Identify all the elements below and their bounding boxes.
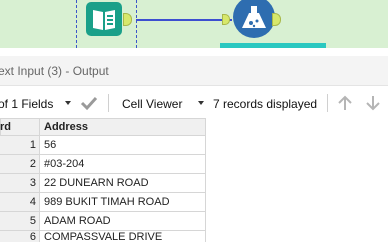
cell-viewer-selector[interactable]: Cell Viewer bbox=[122, 97, 182, 111]
record-number: 6 bbox=[0, 231, 40, 242]
address-cell[interactable]: 22 DUNEARN ROAD bbox=[40, 174, 206, 193]
output-anchor[interactable] bbox=[272, 13, 281, 26]
address-cell[interactable]: 56 bbox=[40, 136, 206, 155]
address-cell[interactable]: #03-204 bbox=[40, 155, 206, 174]
results-grid[interactable]: rd Address 1 56 2 #03-204 3 22 DUNEARN R… bbox=[0, 118, 206, 242]
column-header-address[interactable]: Address bbox=[40, 118, 206, 136]
record-number: 4 bbox=[0, 193, 40, 212]
toolbar-divider bbox=[108, 94, 109, 112]
results-toolbar: of 1 Fields Cell Viewer 7 records displa… bbox=[0, 91, 388, 117]
record-number: 1 bbox=[0, 136, 40, 155]
record-number: 2 bbox=[0, 155, 40, 174]
chevron-down-icon[interactable] bbox=[198, 101, 204, 105]
records-count: 7 records displayed bbox=[213, 97, 318, 111]
connection-line[interactable] bbox=[136, 19, 232, 21]
checkmark-icon[interactable] bbox=[80, 95, 98, 114]
toolbar-divider bbox=[327, 94, 328, 112]
table-row[interactable]: 5 ADAM ROAD bbox=[0, 212, 206, 231]
table-row[interactable]: 3 22 DUNEARN ROAD bbox=[0, 174, 206, 193]
table-row[interactable]: 1 56 bbox=[0, 136, 206, 155]
output-anchor[interactable] bbox=[123, 13, 132, 26]
record-number: 5 bbox=[0, 212, 40, 231]
browse-tool-icon[interactable] bbox=[233, 0, 275, 38]
text-input-tool-icon[interactable] bbox=[86, 2, 122, 36]
arrow-up-icon[interactable] bbox=[337, 95, 353, 114]
workflow-canvas[interactable] bbox=[0, 0, 388, 48]
table-row[interactable]: 2 #03-204 bbox=[0, 155, 206, 174]
table-row[interactable]: 6 COMPASSVALE DRIVE bbox=[0, 231, 206, 242]
results-title: ext Input (3) - Output bbox=[0, 64, 109, 78]
results-header: ext Input (3) - Output bbox=[0, 56, 388, 86]
container-border bbox=[76, 0, 77, 48]
container-border bbox=[136, 0, 137, 48]
arrow-down-icon[interactable] bbox=[365, 95, 381, 114]
address-cell[interactable]: ADAM ROAD bbox=[40, 212, 206, 231]
selection-indicator bbox=[220, 43, 326, 48]
chevron-down-icon[interactable] bbox=[65, 101, 71, 105]
column-header-record[interactable]: rd bbox=[0, 118, 40, 136]
address-cell[interactable]: COMPASSVALE DRIVE bbox=[40, 231, 206, 242]
record-number: 3 bbox=[0, 174, 40, 193]
address-cell[interactable]: 989 BUKIT TIMAH ROAD bbox=[40, 193, 206, 212]
table-row[interactable]: 4 989 BUKIT TIMAH ROAD bbox=[0, 193, 206, 212]
input-anchor[interactable] bbox=[222, 14, 230, 25]
fields-selector[interactable]: of 1 Fields bbox=[0, 97, 53, 111]
